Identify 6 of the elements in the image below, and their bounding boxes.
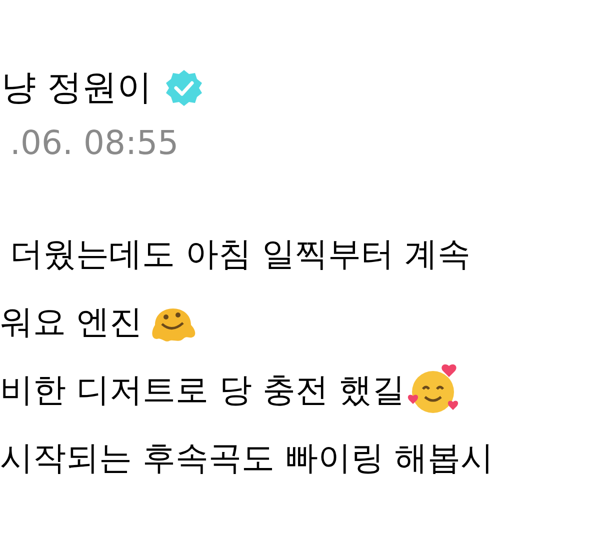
post-text: 비한 디저트로 당 충전 했길 xyxy=(0,373,405,406)
author-name: 냥 정원이 xyxy=(1,70,152,106)
post-text: 워요 엔진 xyxy=(0,305,142,338)
post-timestamp: .06. 08:55 xyxy=(9,122,179,164)
post-text: 시작되는 후속곡도 빠이링 해봅시 xyxy=(0,441,494,474)
post-text: 더웠는데도 아침 일찍부터 계속 xyxy=(10,237,470,270)
